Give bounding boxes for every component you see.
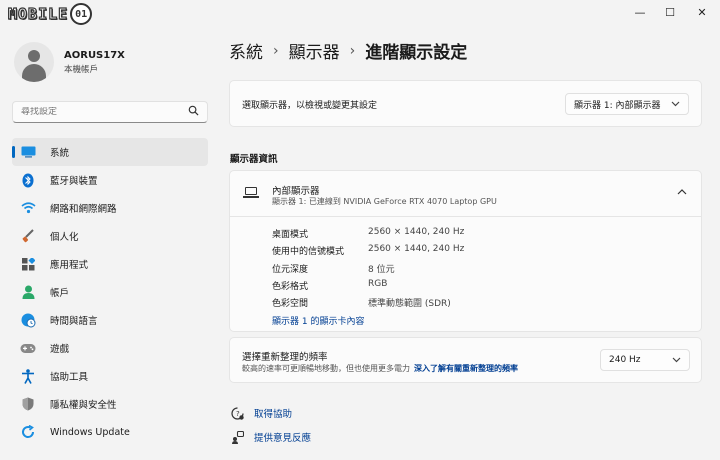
sidebar-item-bluetooth[interactable]: 藍牙與裝置 (12, 166, 208, 194)
svg-text:?: ? (236, 410, 240, 418)
breadcrumb: 系統 › 顯示器 › 進階顯示設定 (229, 38, 468, 64)
sidebar-item-accessibility[interactable]: 協助工具 (12, 362, 208, 390)
info-row: 桌面模式 2560 × 1440, 240 Hz (272, 227, 464, 240)
help-icon: ? (230, 406, 244, 420)
avatar (14, 42, 54, 82)
info-row: 位元深度 8 位元 (272, 262, 395, 275)
profile-name: AORUS17X (64, 49, 125, 61)
sidebar-item-time-language[interactable]: 時間與語言 (12, 306, 208, 334)
chevron-up-icon[interactable] (677, 187, 687, 198)
profile-subtitle: 本機帳戶 (64, 64, 99, 75)
gamepad-icon (20, 340, 36, 356)
sidebar-item-accounts[interactable]: 帳戶 (12, 278, 208, 306)
section-title: 顯示器資訊 (230, 154, 278, 165)
sidebar-item-windows-update[interactable]: Windows Update (12, 418, 208, 446)
display-select-label: 選取顯示器，以檢視或變更其設定 (242, 101, 378, 111)
display-info-title: 內部顯示器 (272, 186, 320, 197)
info-key: 色彩格式 (272, 282, 309, 292)
display-select-value: 顯示器 1: 內部顯示器 (574, 100, 661, 111)
refresh-rate-description: 較高的速率可更順暢地移動，但也使用更多電力 深入了解有關重新整理的頻率 (242, 363, 518, 374)
globe-clock-icon (20, 312, 36, 328)
get-help-link[interactable]: ? 取得協助 (230, 406, 292, 420)
refresh-rate-label: 選擇重新整理的頻率 (242, 352, 328, 363)
maximize-button[interactable]: ☐ (652, 0, 688, 24)
accessibility-icon (20, 368, 36, 384)
info-row: 色彩格式 RGB (272, 279, 387, 292)
sidebar-item-personalization[interactable]: 個人化 (12, 222, 208, 250)
sidebar-item-apps[interactable]: 應用程式 (12, 250, 208, 278)
info-value: 2560 × 1440, 240 Hz (368, 227, 465, 237)
logo-text: MOBILE (7, 4, 69, 23)
apps-icon (20, 256, 36, 272)
sidebar-item-privacy[interactable]: 隱私權與安全性 (12, 390, 208, 418)
sidebar-item-label: 帳戶 (50, 288, 70, 299)
refresh-rate-value: 240 Hz (609, 355, 641, 365)
sidebar-item-label: 應用程式 (50, 260, 89, 271)
sidebar-item-label: 藍牙與裝置 (50, 176, 98, 187)
refresh-rate-dropdown[interactable]: 240 Hz (600, 349, 690, 371)
search-input[interactable] (21, 107, 188, 117)
display-select-dropdown[interactable]: 顯示器 1: 內部顯示器 (565, 93, 689, 115)
breadcrumb-separator: › (273, 42, 279, 59)
chevron-down-icon (671, 100, 680, 109)
info-key: 使用中的信號模式 (272, 247, 345, 257)
display-info-subtitle: 顯示器 1: 已連線到 NVIDIA GeForce RTX 4070 Lapt… (272, 197, 497, 206)
sidebar-item-label: 網路和網際網路 (50, 204, 117, 215)
bluetooth-icon (20, 172, 36, 188)
sidebar-item-label: 時間與語言 (50, 316, 98, 327)
breadcrumb-separator: › (349, 42, 356, 59)
logo-badge: 01 (70, 3, 93, 25)
title-bar: MOBILE 01 — ☐ ✕ (0, 0, 720, 26)
refresh-rate-card: 選擇重新整理的頻率 較高的速率可更順暢地移動，但也使用更多電力 深入了解有關重新整… (229, 337, 702, 383)
chevron-down-icon (672, 356, 681, 365)
laptop-icon (243, 187, 259, 199)
logo: MOBILE 01 (7, 3, 93, 25)
info-key: 位元深度 (272, 265, 309, 275)
give-feedback-label: 提供意見反應 (254, 433, 312, 444)
wifi-icon (20, 200, 36, 216)
close-button[interactable]: ✕ (684, 0, 720, 24)
refresh-rate-desc-text: 較高的速率可更順暢地移動，但也使用更多電力 (242, 364, 410, 373)
info-row: 色彩空間 標準動態範圍 (SDR) (272, 296, 451, 309)
sidebar-item-label: 遊戲 (50, 344, 70, 355)
sidebar-item-label: 協助工具 (50, 372, 89, 383)
info-value: RGB (368, 279, 388, 289)
search-icon[interactable] (188, 105, 199, 119)
display-select-card: 選取顯示器，以檢視或變更其設定 顯示器 1: 內部顯示器 (229, 80, 702, 127)
adapter-properties-link[interactable]: 顯示器 1 的顯示卡內容 (272, 314, 364, 327)
monitor-icon (20, 144, 36, 160)
info-value: 8 位元 (368, 265, 395, 275)
sidebar-item-network[interactable]: 網路和網際網路 (12, 194, 208, 222)
info-value: 標準動態範圍 (SDR) (368, 299, 451, 309)
info-key: 色彩空間 (272, 299, 309, 309)
sidebar-item-label: 個人化 (50, 232, 79, 243)
shield-icon (20, 396, 36, 412)
feedback-icon (230, 430, 244, 444)
search-box[interactable] (12, 101, 208, 123)
person-icon (20, 284, 36, 300)
page-title: 進階顯示設定 (365, 43, 468, 63)
update-icon (20, 424, 36, 440)
info-key: 桌面模式 (272, 230, 309, 240)
sidebar-item-system[interactable]: 系統 (12, 138, 208, 166)
display-info-header[interactable]: 內部顯示器 顯示器 1: 已連線到 NVIDIA GeForce RTX 407… (230, 171, 701, 217)
refresh-rate-learn-more-link[interactable]: 深入了解有關重新整理的頻率 (414, 364, 518, 373)
display-info-card: 內部顯示器 顯示器 1: 已連線到 NVIDIA GeForce RTX 407… (229, 170, 702, 332)
get-help-label: 取得協助 (254, 409, 293, 420)
info-value: 2560 × 1440, 240 Hz (368, 244, 465, 254)
give-feedback-link[interactable]: 提供意見反應 (230, 430, 311, 444)
sidebar-item-label: Windows Update (50, 426, 130, 438)
sidebar-item-label: 隱私權與安全性 (50, 400, 117, 411)
sidebar-item-label: 系統 (50, 148, 70, 159)
paintbrush-icon (20, 228, 36, 244)
sidebar-item-gaming[interactable]: 遊戲 (12, 334, 208, 362)
user-profile[interactable]: AORUS17X 本機帳戶 (14, 42, 125, 82)
info-row: 使用中的信號模式 2560 × 1440, 240 Hz (272, 244, 464, 257)
breadcrumb-system[interactable]: 系統 (229, 38, 263, 63)
sidebar-nav: 系統 藍牙與裝置 網路和網際網路 個人化 應用程式 帳戶 時間與語言 遊戲 協助… (12, 138, 208, 446)
breadcrumb-display[interactable]: 顯示器 (289, 38, 340, 63)
